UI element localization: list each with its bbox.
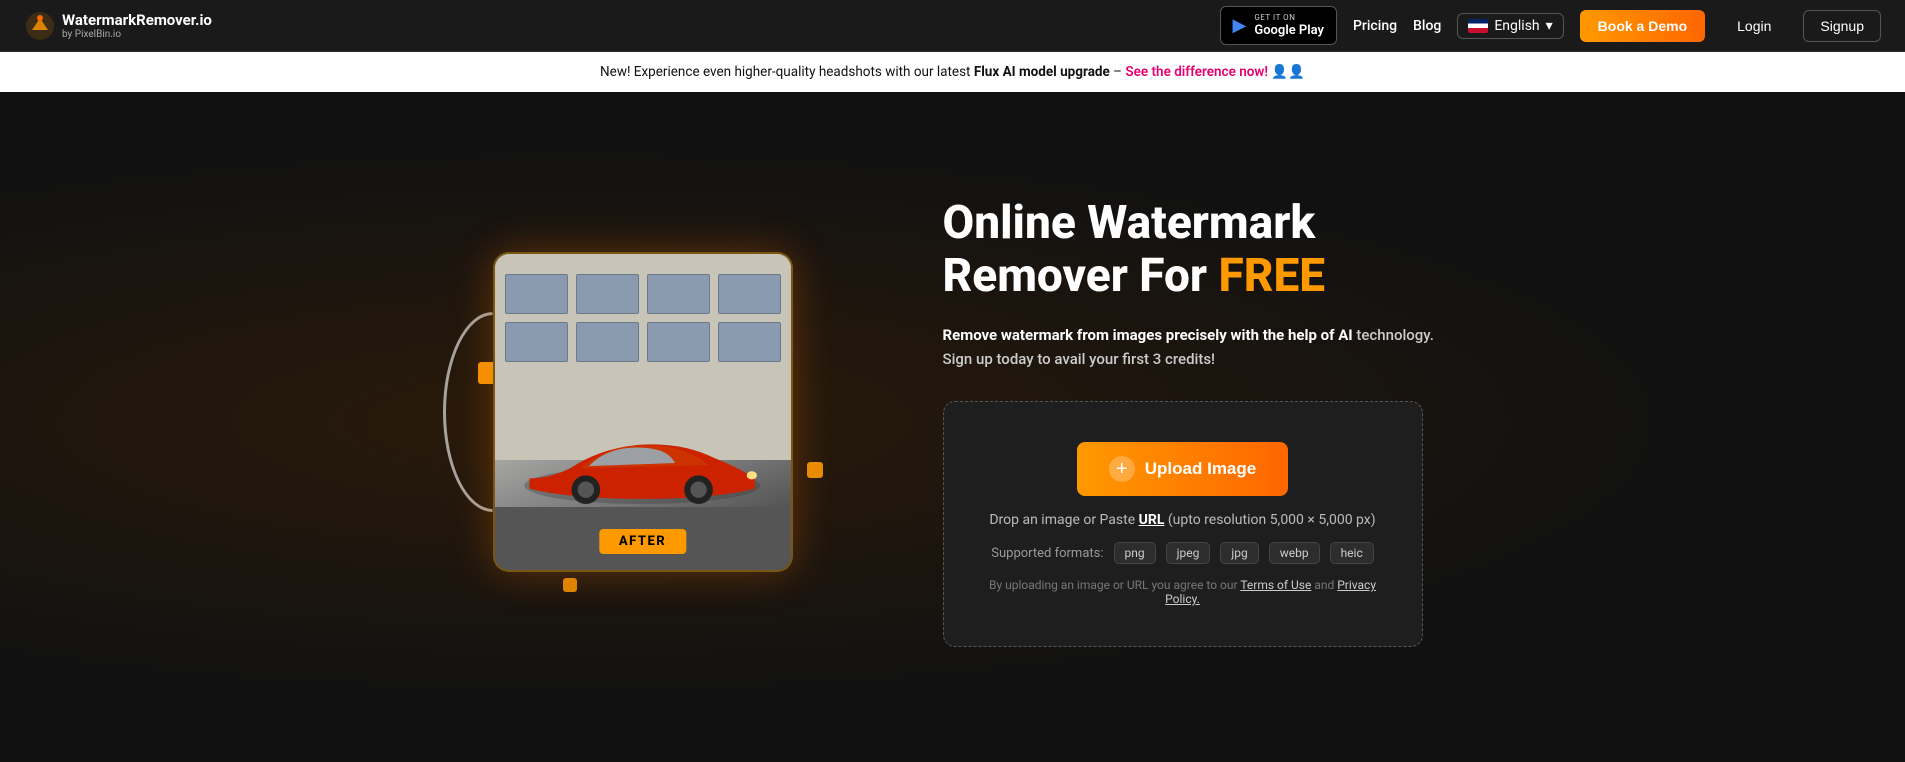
- hero-title-line1: Online Watermark: [943, 196, 1316, 250]
- window-7: [647, 322, 710, 362]
- play-store-icon: ▶: [1233, 15, 1247, 36]
- after-badge: AFTER: [599, 529, 686, 554]
- google-play-label: Google Play: [1254, 23, 1324, 39]
- nav-blog-link[interactable]: Blog: [1413, 18, 1441, 34]
- building-windows: [505, 274, 781, 362]
- window-4: [718, 274, 781, 314]
- navbar: WatermarkRemover.io by PixelBin.io ▶ GET…: [0, 0, 1905, 52]
- terms-before: By uploading an image or URL you agree t…: [989, 578, 1240, 592]
- announcement-dash: –: [1113, 64, 1125, 80]
- announcement-cta-link[interactable]: See the difference now!: [1125, 64, 1271, 80]
- logo-title: WatermarkRemover.io: [62, 11, 212, 29]
- drop-text-after: (upto resolution 5,000 × 5,000 px): [1164, 512, 1375, 528]
- announcement-emoji: 👤👤: [1271, 64, 1305, 80]
- deco-square-4: [563, 578, 577, 592]
- hero-subtitle: Remove watermark from images precisely w…: [943, 323, 1443, 371]
- window-3: [647, 274, 710, 314]
- url-paste-link[interactable]: URL: [1139, 512, 1165, 528]
- window-6: [576, 322, 639, 362]
- window-2: [576, 274, 639, 314]
- lang-label: English: [1494, 18, 1539, 34]
- window-1: [505, 274, 568, 314]
- book-demo-button[interactable]: Book a Demo: [1580, 10, 1705, 42]
- car-body: [509, 403, 775, 523]
- upload-plus-icon: +: [1109, 456, 1135, 482]
- terms-text: By uploading an image or URL you agree t…: [974, 578, 1392, 606]
- format-heic: heic: [1330, 542, 1374, 564]
- formats-row: Supported formats: png jpeg jpg webp hei…: [974, 542, 1392, 564]
- flag-icon: [1468, 19, 1488, 33]
- navbar-right: ▶ GET IT ON Google Play Pricing Blog Eng…: [1220, 6, 1882, 45]
- upload-image-button[interactable]: + Upload Image: [1077, 442, 1288, 496]
- navbar-logo-area: WatermarkRemover.io by PixelBin.io: [24, 10, 212, 42]
- demo-car-image: [495, 254, 791, 570]
- logo-sub: by PixelBin.io: [62, 29, 212, 41]
- get-it-on-label: GET IT ON: [1254, 13, 1324, 23]
- format-jpeg: jpeg: [1166, 542, 1211, 564]
- logo-icon: [24, 10, 56, 42]
- terms-of-use-link[interactable]: Terms of Use: [1240, 578, 1311, 592]
- hero-image-demo: AFTER: [463, 212, 843, 632]
- logo-text: WatermarkRemover.io by PixelBin.io: [62, 11, 212, 41]
- formats-label: Supported formats:: [991, 546, 1103, 561]
- hero-text-side: Online Watermark Remover For FREE Remove…: [943, 197, 1443, 647]
- chevron-down-icon: ▾: [1546, 18, 1553, 34]
- google-play-text: GET IT ON Google Play: [1254, 13, 1324, 38]
- login-button[interactable]: Login: [1721, 11, 1787, 41]
- announcement-text-before: New! Experience even higher-quality head…: [600, 64, 974, 80]
- upload-box: + Upload Image Drop an image or Paste UR…: [943, 401, 1423, 647]
- google-play-button[interactable]: ▶ GET IT ON Google Play: [1220, 6, 1337, 45]
- announcement-cta-text: See the difference now!: [1125, 64, 1268, 80]
- window-8: [718, 322, 781, 362]
- signup-button[interactable]: Signup: [1803, 10, 1881, 42]
- announcement-bar: New! Experience even higher-quality head…: [0, 52, 1905, 92]
- deco-square-3: [807, 462, 823, 478]
- car-svg: [509, 403, 775, 523]
- drop-text: Drop an image or Paste URL (upto resolut…: [974, 512, 1392, 528]
- hero-subtitle-bold: Remove watermark from images precisely w…: [943, 326, 1353, 344]
- format-jpg: jpg: [1220, 542, 1258, 564]
- format-webp: webp: [1269, 542, 1320, 564]
- demo-card: AFTER: [493, 252, 793, 572]
- window-5: [505, 322, 568, 362]
- language-selector[interactable]: English ▾: [1457, 13, 1563, 39]
- nav-pricing-link[interactable]: Pricing: [1353, 18, 1397, 34]
- announcement-highlight: Flux AI model upgrade: [974, 64, 1110, 80]
- hero-title-free: FREE: [1219, 249, 1326, 303]
- hero-section: AFTER Online Watermark Remover For FREE …: [0, 92, 1905, 752]
- hero-title-line2: Remover For: [943, 249, 1219, 303]
- upload-btn-label: Upload Image: [1145, 459, 1256, 479]
- format-png: png: [1114, 542, 1156, 564]
- terms-and: and: [1311, 578, 1337, 592]
- hero-title: Online Watermark Remover For FREE: [943, 197, 1443, 303]
- drop-text-before: Drop an image or Paste: [989, 512, 1138, 528]
